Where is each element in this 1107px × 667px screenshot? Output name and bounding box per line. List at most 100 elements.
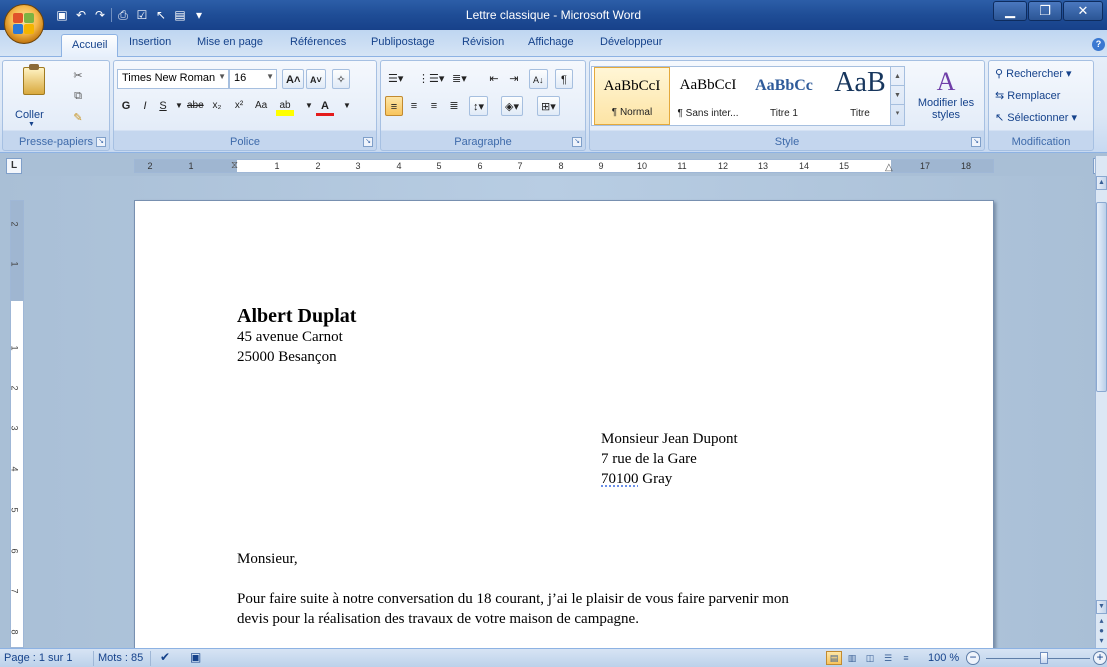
gallery-down-icon[interactable]: ▼ — [891, 86, 904, 105]
paste-button[interactable]: Coller — [15, 109, 44, 121]
change-case-button[interactable]: Aa — [252, 96, 270, 116]
tab-affichage[interactable]: Affichage — [528, 36, 574, 48]
align-right-icon[interactable]: ≡ — [425, 96, 443, 116]
sort-icon[interactable]: A↓ — [529, 69, 548, 89]
tab-publipostage[interactable]: Publipostage — [371, 36, 435, 48]
web-layout-icon[interactable]: ◫ — [862, 651, 878, 665]
font-size-combo[interactable]: 16 ▼ — [229, 69, 277, 89]
bullets-icon[interactable]: ☰▾ — [385, 69, 406, 89]
next-page-icon[interactable]: ▾ — [1097, 636, 1106, 646]
vruler-label: 2 — [9, 221, 20, 227]
tab-insertion[interactable]: Insertion — [129, 36, 171, 48]
zoom-in-icon[interactable]: + — [1093, 651, 1107, 665]
right-margin-area — [891, 160, 993, 172]
tab-revision[interactable]: Révision — [462, 36, 504, 48]
close-button[interactable]: ✕ — [1063, 1, 1103, 21]
proofing-icon[interactable]: ✔ — [160, 650, 170, 664]
font-name-dropdown-icon[interactable]: ▼ — [218, 72, 226, 81]
tab-accueil[interactable]: Accueil — [61, 34, 119, 58]
shading-icon[interactable]: ◈▾ — [501, 96, 523, 116]
cut-icon[interactable]: ✂ — [71, 69, 85, 83]
justify-icon[interactable]: ≣ — [445, 96, 463, 116]
tab-developpeur[interactable]: Développeur — [600, 36, 662, 48]
italic-button[interactable]: I — [136, 96, 154, 116]
ruler-label: 4 — [396, 161, 402, 171]
macro-record-icon[interactable]: ▣ — [190, 650, 201, 664]
highlight-button[interactable]: ab — [276, 96, 294, 116]
align-center-icon[interactable]: ≡ — [405, 96, 423, 116]
copy-icon[interactable]: ⧉ — [71, 89, 85, 103]
previous-page-icon[interactable]: ▴ — [1097, 616, 1106, 626]
find-button[interactable]: ⚲ Rechercher ▾ — [995, 67, 1072, 80]
modify-styles-button[interactable]: A Modifier les styles — [912, 67, 980, 135]
gallery-more-icon[interactable]: ▾ — [891, 105, 904, 123]
style-no-spacing[interactable]: AaBbCcI ¶ Sans inter... — [670, 67, 746, 125]
borders-icon[interactable]: ⊞▾ — [537, 96, 560, 116]
style-normal[interactable]: AaBbCcI ¶ Normal — [594, 67, 670, 125]
recipient-postcode: 70100 — [601, 471, 639, 487]
style-gallery-scroll[interactable]: ▲ ▼ ▾ — [890, 67, 904, 125]
word-count-status[interactable]: Mots : 85 — [98, 652, 143, 664]
grow-font-button[interactable]: A˄ — [282, 69, 305, 89]
paste-dropdown-icon[interactable]: ▼ — [28, 121, 35, 128]
styles-launcher-icon[interactable]: ↘ — [971, 137, 981, 147]
show-marks-icon[interactable]: ¶ — [555, 69, 573, 89]
gallery-up-icon[interactable]: ▲ — [891, 67, 904, 86]
multilevel-list-icon[interactable]: ≣▾ — [449, 69, 470, 89]
font-color-button[interactable]: A — [316, 96, 334, 116]
subscript-button[interactable]: x₂ — [208, 96, 226, 116]
bold-button[interactable]: G — [117, 96, 135, 116]
style-no-spacing-preview: AaBbCcI — [679, 77, 737, 93]
help-icon[interactable]: ? — [1092, 38, 1105, 51]
replace-icon: ⇆ — [995, 90, 1008, 102]
indent-marker-icon[interactable]: ⧖ — [231, 160, 238, 172]
right-indent-marker-icon[interactable]: △ — [885, 162, 893, 174]
zoom-out-icon[interactable]: − — [966, 651, 980, 665]
scroll-down-icon[interactable]: ▼ — [1096, 600, 1107, 614]
align-left-icon[interactable]: ≡ — [385, 96, 403, 116]
increase-indent-icon[interactable]: ⇥ — [505, 69, 523, 89]
tab-mise-en-page[interactable]: Mise en page — [197, 36, 263, 48]
paragraph-launcher-icon[interactable]: ↘ — [572, 137, 582, 147]
zoom-slider-thumb[interactable] — [1040, 652, 1048, 664]
vertical-ruler[interactable]: 2 1 1 2 3 4 5 6 7 8 — [10, 200, 24, 648]
zoom-level[interactable]: 100 % — [928, 652, 959, 664]
format-painter-icon[interactable]: ✎ — [71, 111, 85, 125]
clipboard-launcher-icon[interactable]: ↘ — [96, 137, 106, 147]
office-button[interactable] — [4, 4, 44, 44]
zoom-slider[interactable] — [986, 658, 1090, 659]
browse-object-icon[interactable]: ● — [1097, 626, 1106, 636]
paste-icon[interactable] — [23, 64, 45, 95]
strikethrough-button[interactable]: abe — [184, 96, 207, 116]
superscript-button[interactable]: x² — [230, 96, 248, 116]
scroll-up-icon[interactable]: ▲ — [1096, 176, 1107, 190]
numbering-icon[interactable]: ⋮☰▾ — [415, 69, 447, 89]
paragraph-group-label: Paragraphe — [454, 136, 512, 148]
shrink-font-button[interactable]: A˅ — [306, 69, 326, 89]
page-count-status[interactable]: Page : 1 sur 1 — [4, 652, 73, 664]
outline-icon[interactable]: ☰ — [880, 651, 896, 665]
horizontal-ruler[interactable]: ⧖ △ 2 1 1 2 3 4 5 6 7 8 9 10 11 12 13 14… — [134, 159, 994, 173]
draft-icon[interactable]: ≡ — [898, 651, 914, 665]
line-spacing-icon[interactable]: ↕▾ — [469, 96, 489, 116]
tab-references[interactable]: Références — [290, 36, 346, 48]
select-button[interactable]: ↖ Sélectionner ▾ — [995, 111, 1077, 124]
full-screen-reading-icon[interactable]: ▥ — [844, 651, 860, 665]
font-name-combo[interactable]: Times New Roman ▼ — [117, 69, 229, 89]
vertical-scrollbar[interactable]: ▲ ▼ ▴ ● ▾ — [1095, 156, 1107, 648]
decrease-indent-icon[interactable]: ⇤ — [485, 69, 503, 89]
replace-button[interactable]: ⇆ Remplacer — [995, 89, 1060, 102]
tab-selector-button[interactable]: L — [6, 158, 22, 174]
font-size-dropdown-icon[interactable]: ▼ — [266, 72, 274, 81]
style-heading-1[interactable]: AaBbCc Titre 1 — [746, 67, 822, 125]
style-title[interactable]: AaB Titre — [822, 67, 898, 125]
scroll-thumb[interactable] — [1096, 202, 1107, 392]
font-launcher-icon[interactable]: ↘ — [363, 137, 373, 147]
document-page[interactable]: Albert Duplat 45 avenue Carnot 25000 Bes… — [134, 200, 994, 648]
font-color-dropdown-icon[interactable]: ▼ — [338, 96, 356, 116]
print-layout-icon[interactable]: ▤ — [826, 651, 842, 665]
clear-formatting-icon[interactable]: ✧ — [332, 69, 350, 89]
ruler-label: 13 — [757, 161, 769, 171]
restore-button[interactable]: ❐ — [1028, 1, 1062, 21]
minimize-button[interactable]: ▁ — [993, 1, 1027, 21]
